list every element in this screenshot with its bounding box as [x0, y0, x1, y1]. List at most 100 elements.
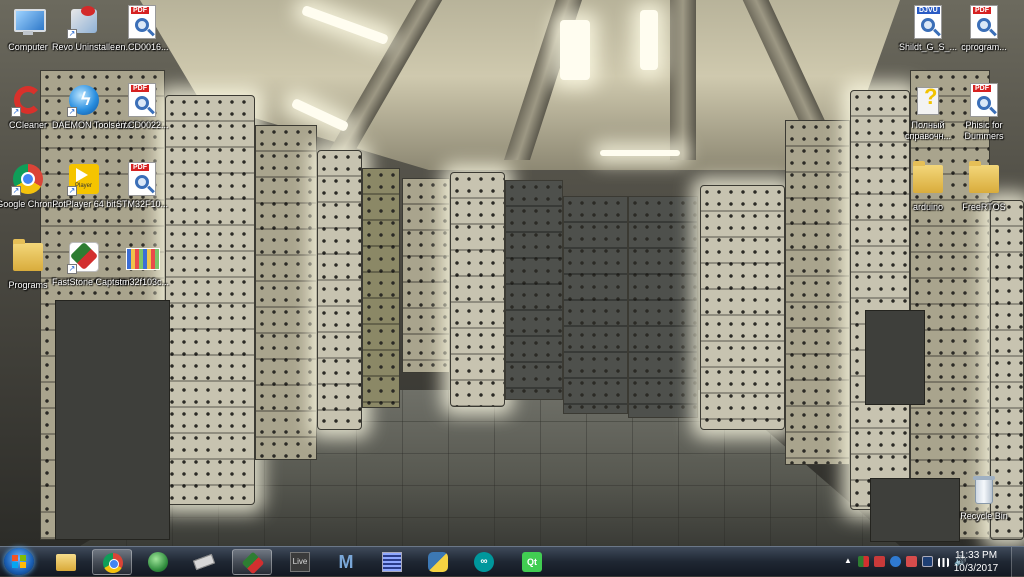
icon-label: arduino [912, 202, 944, 212]
security-tray-icon[interactable] [906, 556, 917, 567]
skype-tray-icon[interactable] [890, 556, 901, 567]
desktop-icon-pdf-phisic[interactable]: PDF Phisic for Dummers [952, 83, 1016, 142]
wallpaper-cabinet [865, 310, 925, 405]
desktop-icon-programs[interactable]: Programs [0, 239, 60, 291]
desktop-icon-ccleaner[interactable]: ↗ CCleaner [0, 83, 60, 131]
wallpaper-rack [850, 90, 910, 510]
icon-label: Shildt_G_S_... [898, 42, 958, 52]
taskbar-qt-creator[interactable]: Qt [512, 549, 552, 575]
taskbar: Live M ∞ Qt ▲ 🔊 11:33 PM 10/3/2017 [0, 546, 1024, 577]
desktop-icon-pdf-cd0022[interactable]: PDF en.CD0022... [110, 83, 174, 131]
taskbar-globe-app[interactable] [138, 549, 178, 575]
taskbar-chip-app[interactable] [184, 549, 224, 575]
wallpaper-cabinet [870, 478, 960, 542]
icon-label: DAEMON Tools Lite [52, 120, 132, 130]
wallpaper-rack [505, 180, 563, 400]
wallpaper-rack [317, 150, 362, 430]
icon-label: en.CD0022... [115, 120, 169, 130]
icon-label: PotPlayer 64 bit [52, 199, 116, 209]
wallpaper-beam [670, 0, 696, 160]
desktop-icon-arduino-folder[interactable]: arduino [896, 161, 960, 213]
equalizer-icon [382, 552, 402, 572]
arduino-icon: ∞ [474, 552, 494, 572]
daemon-tools-icon: ϟ ↗ [67, 83, 101, 117]
help-file-icon: ? [911, 83, 945, 117]
wallpaper-rack [450, 172, 505, 407]
clock-time: 11:33 PM [954, 550, 998, 561]
show-desktop-button[interactable] [1011, 547, 1024, 577]
desktop-icon-freertos-folder[interactable]: FreeRTOS [952, 161, 1016, 213]
wallpaper-rack [362, 168, 400, 408]
desktop-icon-pdf-cprogram[interactable]: PDF cprogram... [952, 5, 1016, 53]
folder-icon [911, 161, 945, 199]
start-button[interactable] [4, 548, 34, 575]
wallpaper-ceiling-light [600, 150, 680, 156]
taskbar-ableton-live[interactable]: Live [280, 549, 320, 575]
wallpaper-rack [700, 185, 785, 430]
icon-label: stm32f103c... [114, 277, 170, 287]
taskbar-python-app[interactable] [418, 549, 458, 575]
taskbar-matlab-app[interactable]: M [326, 549, 366, 575]
taskbar-faststone-capture[interactable] [232, 549, 272, 575]
taskbar-equalizer-app[interactable] [372, 549, 412, 575]
desktop-icon-recycle-bin[interactable]: Recycle Bin [952, 474, 1016, 522]
wallpaper-ceiling-light [640, 10, 658, 70]
icon-label: en.CD0016... [115, 42, 169, 52]
globe-icon [148, 552, 168, 572]
qt-icon: Qt [522, 552, 542, 572]
icon-label: STM32F10... [115, 199, 169, 209]
icon-label: FreeRTOS [962, 202, 1006, 212]
wallpaper-rack [628, 196, 698, 418]
windows-logo-icon [12, 555, 26, 568]
wallpaper-cabinet [55, 300, 170, 540]
pdf-file-icon: PDF [125, 5, 159, 39]
python-icon [428, 552, 448, 572]
taskbar-file-explorer[interactable] [46, 549, 86, 575]
taskbar-clock[interactable]: 11:33 PM 10/3/2017 [946, 549, 1006, 575]
chip-icon [192, 553, 216, 571]
icon-label: Programs [8, 280, 48, 290]
desktop-icon-stm32f103c-image[interactable]: stm32f103c... [110, 240, 174, 288]
chrome-icon: ↗ [11, 162, 45, 196]
wallpaper-rack [402, 178, 450, 373]
icon-label: Computer [8, 42, 48, 52]
wallpaper-rack [785, 120, 850, 465]
icon-label: Recycle Bin [960, 511, 1008, 521]
folder-icon [56, 554, 76, 571]
faststone-tray-icon[interactable] [858, 556, 869, 567]
taskbar-arduino-app[interactable]: ∞ [464, 549, 504, 575]
image-file-icon [125, 240, 160, 274]
pdf-file-icon: PDF [967, 5, 1001, 39]
recycle-bin-icon [967, 474, 1001, 508]
pdf-file-icon: PDF [125, 83, 159, 117]
wallpaper-rack [255, 125, 317, 460]
pdf-file-icon: PDF [967, 83, 1001, 117]
flag-tray-icon[interactable] [922, 556, 933, 567]
desktop-icon-pdf-stm32f10[interactable]: PDF STM32F10... [110, 162, 174, 210]
icon-label: FastStone Capture [52, 277, 128, 287]
folder-icon [11, 239, 45, 277]
live-icon: Live [290, 552, 310, 572]
desktop-icon-faststone-capture[interactable]: ↗ FastStone Capture [52, 240, 128, 288]
taskbar-google-chrome[interactable] [92, 549, 132, 575]
desktop-icon-google-chrome[interactable]: ↗ Google Chrome [0, 162, 60, 210]
wallpaper-rack [165, 95, 255, 505]
desktop-icon-daemon-tools[interactable]: ϟ ↗ DAEMON Tools Lite [52, 83, 132, 131]
icon-label: cprogram... [961, 42, 1007, 52]
show-hidden-icons-button[interactable]: ▲ [844, 556, 852, 565]
computer-icon [11, 5, 46, 39]
icon-label: Google Chrome [0, 199, 60, 209]
desktop-icon-computer[interactable]: Computer [0, 5, 60, 53]
desktop-icon-help-reference[interactable]: ? Полный справочн... [896, 83, 960, 142]
desktop-icon-pdf-cd0016[interactable]: PDF en.CD0016... [110, 5, 174, 53]
desktop-icon-revo-uninstaller[interactable]: ↗ Revo Uninstaller [52, 5, 118, 53]
clock-date: 10/3/2017 [953, 563, 999, 574]
icon-label: CCleaner [8, 120, 48, 130]
desktop-icon-djvu-shildt[interactable]: DJVU Shildt_G_S_... [896, 5, 960, 53]
faststone-capture-icon [241, 551, 265, 575]
desktop-icon-potplayer[interactable]: Player ↗ PotPlayer 64 bit [52, 162, 116, 210]
antivirus-tray-icon[interactable] [874, 556, 885, 567]
pdf-file-icon: PDF [125, 162, 159, 196]
icon-label: Полный справочн... [904, 120, 952, 141]
icon-label: Phisic for Dummers [964, 120, 1004, 141]
